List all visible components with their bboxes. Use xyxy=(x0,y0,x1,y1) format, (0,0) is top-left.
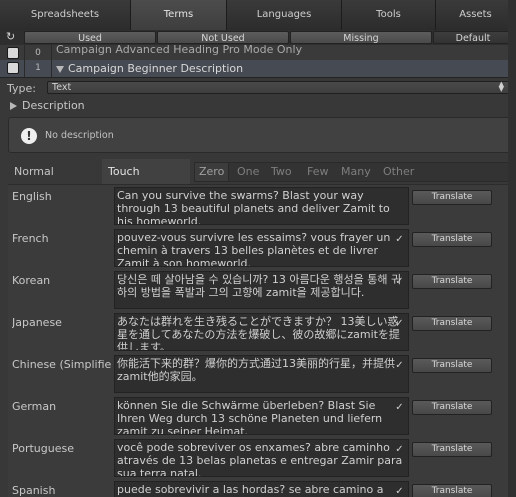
plural-one[interactable]: One xyxy=(237,163,259,181)
plural-zero[interactable]: Zero xyxy=(195,163,230,181)
translation-field[interactable]: 당신은 떼 살아남을 수 있습니까? 13 아름다운 행성을 통해 귀하의 방법… xyxy=(114,271,409,309)
checkmark-icon[interactable]: ✓ xyxy=(393,233,406,246)
type-label: Type: xyxy=(7,82,36,95)
language-row-french: French pouvez-vous survivre les essaims?… xyxy=(8,227,512,269)
translation-field[interactable]: あなたは群れを生き残ることができますか？ 13美しい惑星を通してあなたの方法を爆… xyxy=(114,313,409,351)
checkmark-icon[interactable]: ✓ xyxy=(393,275,406,288)
language-row-japanese: Japanese あなたは群れを生き残ることができますか？ 13美しい惑星を通し… xyxy=(8,311,512,353)
translate-button[interactable]: Translate xyxy=(412,274,492,289)
term-index: 1 xyxy=(24,60,52,77)
language-row-portuguese: Portuguese você pode sobreviver os enxam… xyxy=(8,437,512,479)
language-row-korean: Korean 당신은 떼 살아남을 수 있습니까? 13 아름다운 행성을 통해… xyxy=(8,269,512,311)
language-name: Spanish xyxy=(12,484,56,497)
translate-button[interactable]: Translate xyxy=(412,190,492,205)
updown-arrows-icon: ▲ ▼ xyxy=(498,80,504,93)
language-row-spanish: Spanish puede sobrevivir a las hordas? s… xyxy=(8,479,512,497)
type-select[interactable]: Text ▲ ▼ xyxy=(47,81,510,94)
tab-spreadsheets[interactable]: Spreadsheets xyxy=(0,0,131,30)
term-title: Campaign Advanced Heading Pro Mode Only xyxy=(56,43,303,56)
checkmark-icon[interactable]: ✓ xyxy=(393,359,406,372)
checkmark-icon[interactable]: ✓ xyxy=(393,443,406,456)
term-checkbox[interactable] xyxy=(7,62,19,74)
translation-field[interactable]: pouvez-vous survivre les essaims? vous f… xyxy=(114,229,409,267)
translate-button[interactable]: Translate xyxy=(412,442,492,457)
plural-few[interactable]: Few xyxy=(307,163,329,181)
translate-button[interactable]: Translate xyxy=(412,232,492,247)
plural-other[interactable]: Other xyxy=(383,163,414,181)
language-name: German xyxy=(12,400,57,413)
translation-field[interactable]: 你能活下来的群？爆你的方式通过13美丽的行星，并提供zamit他的家园。 xyxy=(114,355,409,393)
plural-categories: Zero One Two Few Many Other xyxy=(194,162,512,182)
expand-triangle-icon[interactable] xyxy=(56,65,64,73)
plural-two[interactable]: Two xyxy=(271,163,292,181)
info-icon: ! xyxy=(21,128,37,144)
language-row-english: English Can you survive the swarms? Blas… xyxy=(8,185,512,227)
type-select-value: Text xyxy=(52,82,72,93)
language-row-chinese: Chinese (Simplifie 你能活下来的群？爆你的方式通过13美丽的行… xyxy=(8,353,512,395)
top-tab-bar: Spreadsheets Terms Languages Tools Asset… xyxy=(0,0,516,30)
description-text: No description xyxy=(45,130,114,141)
tab-assets[interactable]: Assets xyxy=(436,0,516,30)
refresh-icon[interactable]: ↻ xyxy=(6,31,18,43)
term-row-selected[interactable]: 1 Campaign Beginner Description xyxy=(0,60,516,78)
language-row-german: German können Sie die Schwärme überleben… xyxy=(8,395,512,437)
term-checkbox[interactable] xyxy=(7,47,19,59)
language-name: Japanese xyxy=(12,316,62,329)
tab-terms[interactable]: Terms xyxy=(131,0,227,30)
description-foldout[interactable]: Description xyxy=(10,99,85,112)
checkmark-icon[interactable]: ✓ xyxy=(393,485,406,497)
translate-button[interactable]: Translate xyxy=(412,484,492,497)
translation-field[interactable]: você pode sobreviver os enxames? abre ca… xyxy=(114,439,409,477)
language-name: French xyxy=(12,232,49,245)
foldout-triangle-icon xyxy=(10,102,17,110)
plural-many[interactable]: Many xyxy=(341,163,371,181)
translation-field[interactable]: Can you survive the swarms? Blast your w… xyxy=(114,187,409,225)
translate-button[interactable]: Translate xyxy=(412,358,492,373)
tab-tools[interactable]: Tools xyxy=(342,0,436,30)
term-title: Campaign Beginner Description xyxy=(56,60,243,77)
translation-field[interactable]: können Sie die Schwärme überleben? Blast… xyxy=(114,397,409,435)
tab-touch[interactable]: Touch xyxy=(102,159,190,184)
vertical-scrollbar[interactable] xyxy=(508,0,516,497)
language-name: English xyxy=(12,190,52,203)
language-list: English Can you survive the swarms? Blas… xyxy=(8,184,512,497)
checkmark-icon[interactable]: ✓ xyxy=(393,401,406,414)
translate-button[interactable]: Translate xyxy=(412,316,492,331)
checkmark-icon[interactable]: ✓ xyxy=(393,317,406,330)
filter-missing-button[interactable]: Missing xyxy=(290,31,432,44)
translation-field[interactable]: puede sobrevivir a las hordas? se abre c… xyxy=(114,481,409,497)
translate-button[interactable]: Translate xyxy=(412,400,492,415)
tab-languages[interactable]: Languages xyxy=(227,0,342,30)
description-box: ! No description xyxy=(8,117,512,153)
language-name: Portuguese xyxy=(12,442,74,455)
plural-tab-bar: Normal Touch Zero One Two Few Many Other xyxy=(8,159,512,184)
language-name: Chinese (Simplifie xyxy=(12,358,112,371)
filter-default-button[interactable]: Default xyxy=(433,31,513,44)
language-name: Korean xyxy=(12,274,51,287)
tab-normal[interactable]: Normal xyxy=(8,159,102,184)
